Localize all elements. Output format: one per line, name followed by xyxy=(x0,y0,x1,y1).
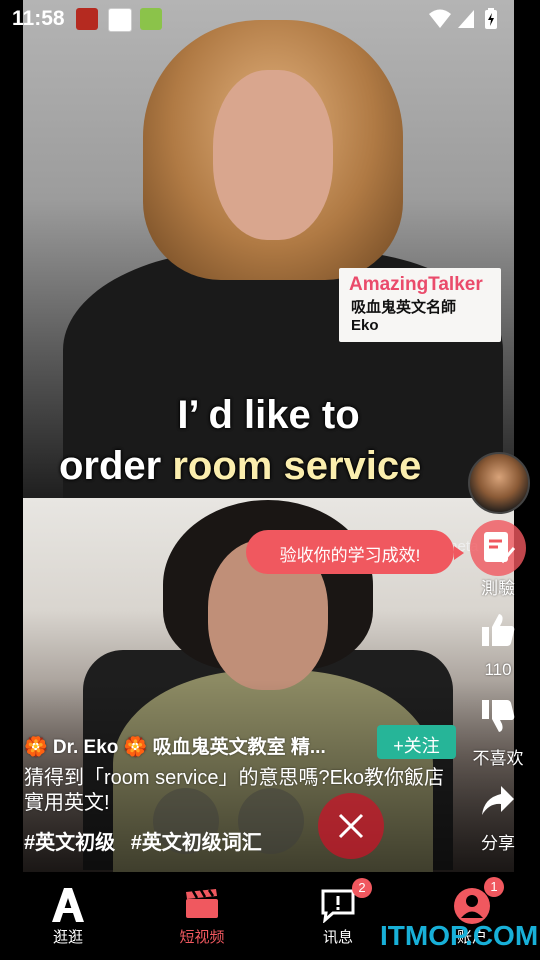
caption-line1: I’ d like to xyxy=(177,393,360,437)
nav-item-browse[interactable]: 逛逛 xyxy=(18,872,118,960)
nav-label-browse: 逛逛 xyxy=(52,929,83,946)
like-icon[interactable] xyxy=(480,612,516,648)
nav-item-messages[interactable]: 2 讯息 xyxy=(288,872,388,960)
messages-badge: 2 xyxy=(352,878,372,898)
message-icon xyxy=(321,889,355,923)
notification-app-icon xyxy=(140,8,162,30)
battery-icon xyxy=(485,8,497,29)
sign-subtitle: 吸血鬼英文名師 Eko xyxy=(351,299,456,335)
tooltip-arrow xyxy=(454,546,464,560)
nav-label-short-video: 短视频 xyxy=(179,929,225,946)
follow-label: +关注 xyxy=(393,736,440,756)
brand-sign: AmazingTalker 吸血鬼英文名師 Eko xyxy=(339,268,501,342)
post-description: 猜得到「room service」的意思嗎?Eko教你飯店實用英文! xyxy=(24,767,445,814)
quiz-tooltip-text: 验收你的学习成效! xyxy=(279,546,421,565)
watermark: ITMOP.COM xyxy=(380,920,539,951)
hashtag[interactable]: #英文初级 xyxy=(24,832,115,854)
quiz-icon xyxy=(484,532,516,564)
sign-brand: AmazingTalker xyxy=(349,274,483,295)
status-time: 11:58 xyxy=(12,7,65,30)
dislike-label: 不喜欢 xyxy=(472,749,524,768)
share-icon[interactable] xyxy=(480,784,516,818)
author-name[interactable]: 🏵️ Dr. Eko 🏵️ 吸血鬼英文教室 精... xyxy=(24,732,326,759)
notification-app-icon xyxy=(108,8,132,32)
browse-icon xyxy=(52,888,84,922)
quiz-tooltip: 验收你的学习成效! xyxy=(246,530,454,574)
nav-item-short-video[interactable]: 短视频 xyxy=(152,872,252,960)
nav-label-messages: 讯息 xyxy=(322,929,353,946)
signal-icon xyxy=(458,10,474,28)
like-count: 110 xyxy=(484,660,512,679)
creator-avatar[interactable] xyxy=(468,452,530,514)
hashtag-list: #英文初级 #英文初级词汇 xyxy=(24,826,272,855)
caption-plain: order xyxy=(59,444,173,488)
sign-line2: Eko xyxy=(351,317,379,334)
account-badge: 1 xyxy=(484,877,504,897)
sign-line1: 吸血鬼英文名師 xyxy=(351,299,457,316)
follow-button[interactable]: +关注 xyxy=(377,725,456,759)
notification-app-icon xyxy=(76,8,98,30)
wifi-icon xyxy=(429,9,451,28)
caption-line2: order room service xyxy=(59,444,421,489)
presenter-face xyxy=(213,70,333,240)
caption-highlight: room service xyxy=(172,444,422,488)
dislike-icon[interactable] xyxy=(480,698,516,734)
share-label: 分享 xyxy=(481,834,515,853)
status-bar: 11:58 xyxy=(0,0,540,36)
hashtag[interactable]: #英文初级词汇 xyxy=(131,832,262,854)
quiz-label: 測驗 xyxy=(481,579,515,598)
clapperboard-icon xyxy=(186,889,218,918)
quiz-button[interactable] xyxy=(470,520,526,576)
